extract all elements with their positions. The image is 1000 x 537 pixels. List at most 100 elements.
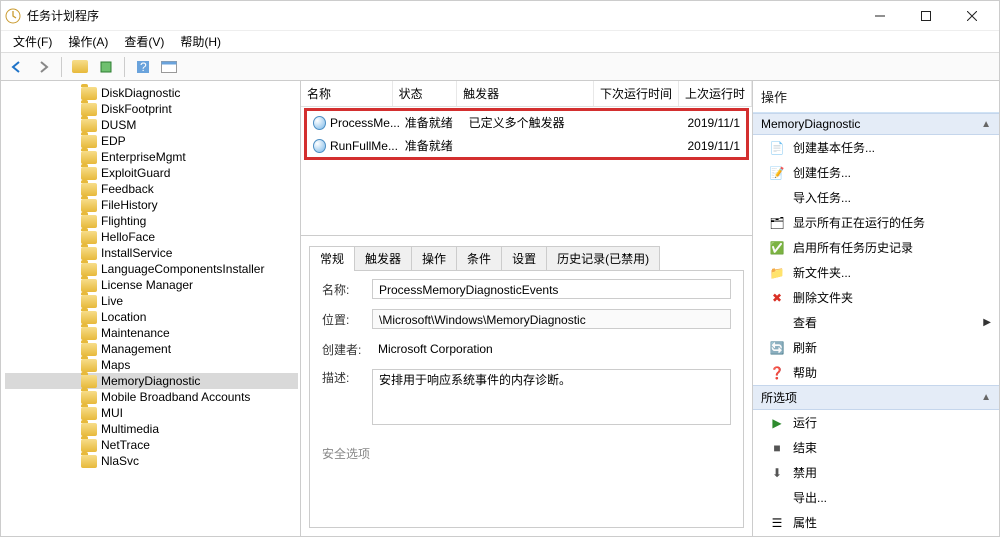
tree-item[interactable]: Feedback xyxy=(5,181,298,197)
action-item[interactable]: 🔄 刷新 xyxy=(753,335,999,360)
tree-item[interactable]: Maintenance xyxy=(5,325,298,341)
tab-triggers[interactable]: 触发器 xyxy=(354,246,412,270)
tree-item[interactable]: Mobile Broadband Accounts xyxy=(5,389,298,405)
tab-general[interactable]: 常规 xyxy=(309,246,355,270)
action-item[interactable]: ❓帮助 xyxy=(753,360,999,385)
col-next[interactable]: 下次运行时间 xyxy=(594,81,679,106)
folder-icon xyxy=(81,359,97,372)
action-label: 导入任务... xyxy=(793,189,851,206)
minimize-button[interactable] xyxy=(857,1,903,31)
tree-item[interactable]: License Manager xyxy=(5,277,298,293)
value-name[interactable]: ProcessMemoryDiagnosticEvents xyxy=(372,279,731,299)
tree-item[interactable]: DiskDiagnostic xyxy=(5,85,298,101)
forward-button[interactable] xyxy=(31,56,55,78)
tree-item[interactable]: FileHistory xyxy=(5,197,298,213)
action-item[interactable]: 📝创建任务... xyxy=(753,160,999,185)
tree-item[interactable]: Maps xyxy=(5,357,298,373)
action-icon: 📄 xyxy=(769,140,785,156)
task-row[interactable]: ProcessMe...准备就绪已定义多个触发器2019/11/1 xyxy=(307,111,746,134)
tree-item[interactable]: EDP xyxy=(5,133,298,149)
tree-item-label: Maps xyxy=(101,358,130,372)
submenu-arrow-icon: ▶ xyxy=(983,317,991,328)
tree-item[interactable]: NlaSvc xyxy=(5,453,298,469)
action-label: 创建基本任务... xyxy=(793,139,875,156)
folder-button[interactable] xyxy=(68,56,92,78)
folder-icon xyxy=(81,103,97,116)
action-item[interactable]: ✅启用所有任务历史记录 xyxy=(753,235,999,260)
action-item[interactable]: 导入任务... xyxy=(753,185,999,210)
svg-text:?: ? xyxy=(140,60,147,74)
tree-item[interactable]: HelloFace xyxy=(5,229,298,245)
tab-actions[interactable]: 操作 xyxy=(411,246,457,270)
action-icon: ▶ xyxy=(769,415,785,431)
cell-state: 准备就绪 xyxy=(405,114,469,131)
tree-item-label: License Manager xyxy=(101,278,193,292)
action-item[interactable]: 📁新文件夹... xyxy=(753,260,999,285)
tree-item[interactable]: NetTrace xyxy=(5,437,298,453)
menu-view[interactable]: 查看(V) xyxy=(116,31,172,52)
menu-file[interactable]: 文件(F) xyxy=(5,31,60,52)
folder-icon xyxy=(81,279,97,292)
tree-item[interactable]: Management xyxy=(5,341,298,357)
tree-item[interactable]: Live xyxy=(5,293,298,309)
show-pane-button[interactable] xyxy=(157,56,181,78)
actions-section-selected[interactable]: 所选项 ▲ xyxy=(753,385,999,410)
back-button[interactable] xyxy=(5,56,29,78)
tree-item-label: EnterpriseMgmt xyxy=(101,150,186,164)
tab-conditions[interactable]: 条件 xyxy=(456,246,502,270)
tree-item-label: Feedback xyxy=(101,182,154,196)
action-item[interactable]: ■结束 xyxy=(753,435,999,460)
tree-item-label: EDP xyxy=(101,134,126,148)
action-item[interactable]: ☰属性 xyxy=(753,510,999,535)
actions-section-context[interactable]: MemoryDiagnostic ▲ xyxy=(753,113,999,135)
folder-icon xyxy=(81,167,97,180)
tree-item[interactable]: ExploitGuard xyxy=(5,165,298,181)
action-item[interactable]: ✖删除文件夹 xyxy=(753,285,999,310)
task-list-header[interactable]: 名称 状态 触发器 下次运行时间 上次运行时 xyxy=(301,81,752,107)
props-button[interactable] xyxy=(94,56,118,78)
action-item[interactable]: ▶运行 xyxy=(753,410,999,435)
tree-item[interactable]: Multimedia xyxy=(5,421,298,437)
tree-item[interactable]: DUSM xyxy=(5,117,298,133)
tab-history[interactable]: 历史记录(已禁用) xyxy=(546,246,660,270)
tree-item[interactable]: Location xyxy=(5,309,298,325)
tree-item-label: FileHistory xyxy=(101,198,158,212)
action-item[interactable]: 🗂 显示所有正在运行的任务 xyxy=(753,210,999,235)
menu-help[interactable]: 帮助(H) xyxy=(172,31,229,52)
action-icon: ⬇ xyxy=(769,465,785,481)
label-name: 名称: xyxy=(322,281,372,298)
tree-pane[interactable]: DiskDiagnosticDiskFootprintDUSM EDP Enterp… xyxy=(1,81,301,536)
action-item[interactable]: ⬇禁用 xyxy=(753,460,999,485)
help-button[interactable]: ? xyxy=(131,56,155,78)
task-list[interactable]: 名称 状态 触发器 下次运行时间 上次运行时 ProcessMe...准备就绪已… xyxy=(301,81,752,235)
task-row[interactable]: RunFullMe...准备就绪2019/11/1 xyxy=(307,134,746,157)
app-icon xyxy=(5,8,21,24)
cell-trigger: 已定义多个触发器 xyxy=(469,114,606,131)
action-item[interactable]: 查看▶ xyxy=(753,310,999,335)
action-item[interactable]: 导出... xyxy=(753,485,999,510)
tree-item[interactable]: InstallService xyxy=(5,245,298,261)
tab-settings[interactable]: 设置 xyxy=(501,246,547,270)
col-state[interactable]: 状态 xyxy=(393,81,458,106)
tree-item[interactable]: MUI xyxy=(5,405,298,421)
folder-icon xyxy=(81,423,97,436)
maximize-button[interactable] xyxy=(903,1,949,31)
action-icon: ✖ xyxy=(769,290,785,306)
tree-item[interactable]: MemoryDiagnostic xyxy=(5,373,298,389)
col-trigger[interactable]: 触发器 xyxy=(457,81,594,106)
action-item[interactable]: 📄 创建基本任务... xyxy=(753,135,999,160)
tree-item-label: DUSM xyxy=(101,118,136,132)
close-button[interactable] xyxy=(949,1,995,31)
menu-action[interactable]: 操作(A) xyxy=(60,31,116,52)
value-desc[interactable]: 安排用于响应系统事件的内存诊断。 xyxy=(372,369,731,425)
action-icon: 🗂 xyxy=(769,215,785,231)
action-icon: 🔄 xyxy=(769,340,785,356)
col-last[interactable]: 上次运行时 xyxy=(679,81,752,106)
tree-item[interactable]: EnterpriseMgmt xyxy=(5,149,298,165)
action-label: 显示所有正在运行的任务 xyxy=(793,214,925,231)
col-name[interactable]: 名称 xyxy=(301,81,393,106)
tree-item[interactable]: DiskFootprint xyxy=(5,101,298,117)
tree-item[interactable]: LanguageComponentsInstaller xyxy=(5,261,298,277)
tree-item[interactable]: Flighting xyxy=(5,213,298,229)
action-label: 刷新 xyxy=(793,339,817,356)
